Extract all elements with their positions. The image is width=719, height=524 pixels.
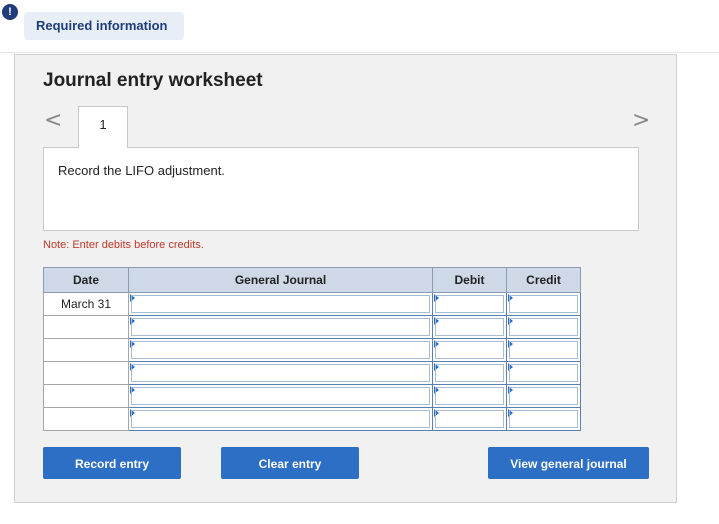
table-row: March 31 bbox=[43, 292, 581, 316]
instruction-text: Record the LIFO adjustment. bbox=[58, 163, 225, 178]
exclamation-icon: ! bbox=[2, 4, 18, 20]
chevron-left-icon[interactable]: < bbox=[44, 110, 62, 132]
account-input[interactable] bbox=[128, 315, 433, 339]
account-input[interactable] bbox=[128, 338, 433, 362]
view-general-journal-button[interactable]: View general journal bbox=[488, 447, 649, 479]
table-row bbox=[43, 407, 581, 431]
header-general-journal: General Journal bbox=[128, 267, 433, 293]
header-debit: Debit bbox=[432, 267, 507, 293]
credit-input[interactable] bbox=[506, 292, 581, 316]
debit-input[interactable] bbox=[432, 361, 507, 385]
worksheet-title: Journal entry worksheet bbox=[43, 70, 263, 91]
account-input[interactable] bbox=[128, 292, 433, 316]
date-cell bbox=[43, 315, 129, 339]
divider bbox=[0, 52, 719, 53]
debit-input[interactable] bbox=[432, 292, 507, 316]
debit-input[interactable] bbox=[432, 315, 507, 339]
table-row bbox=[43, 338, 581, 362]
debit-input[interactable] bbox=[432, 407, 507, 431]
credit-input[interactable] bbox=[506, 361, 581, 385]
table-header-row: Date General Journal Debit Credit bbox=[43, 267, 581, 293]
instruction-box: Record the LIFO adjustment. bbox=[43, 147, 639, 231]
table-row bbox=[43, 361, 581, 385]
date-cell bbox=[43, 361, 129, 385]
required-information-tab[interactable]: Required information bbox=[24, 12, 184, 40]
account-input[interactable] bbox=[128, 407, 433, 431]
journal-table: Date General Journal Debit Credit March … bbox=[43, 267, 581, 431]
date-cell: March 31 bbox=[43, 292, 129, 316]
credit-input[interactable] bbox=[506, 407, 581, 431]
account-input[interactable] bbox=[128, 384, 433, 408]
note-text: Note: Enter debits before credits. bbox=[43, 239, 204, 251]
tab-entry-1[interactable]: 1 bbox=[78, 106, 128, 148]
date-cell bbox=[43, 407, 129, 431]
header-credit: Credit bbox=[506, 267, 581, 293]
table-row bbox=[43, 384, 581, 408]
chevron-right-icon[interactable]: > bbox=[632, 110, 650, 132]
date-cell bbox=[43, 338, 129, 362]
table-row bbox=[43, 315, 581, 339]
clear-entry-button[interactable]: Clear entry bbox=[221, 447, 359, 479]
record-entry-button[interactable]: Record entry bbox=[43, 447, 181, 479]
account-input[interactable] bbox=[128, 361, 433, 385]
debit-input[interactable] bbox=[432, 338, 507, 362]
credit-input[interactable] bbox=[506, 315, 581, 339]
credit-input[interactable] bbox=[506, 384, 581, 408]
debit-input[interactable] bbox=[432, 384, 507, 408]
credit-input[interactable] bbox=[506, 338, 581, 362]
date-cell bbox=[43, 384, 129, 408]
header-date: Date bbox=[43, 267, 129, 293]
